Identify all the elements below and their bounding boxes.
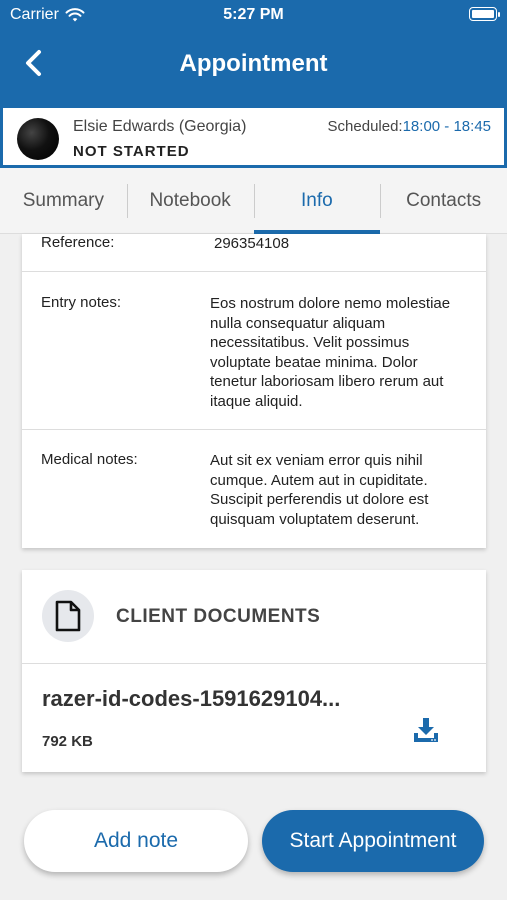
document-glyph	[55, 600, 81, 632]
download-button[interactable]	[412, 716, 440, 744]
add-note-button[interactable]: Add note	[24, 810, 248, 872]
reference-row: Reference: 296354108	[22, 234, 486, 272]
document-file-name[interactable]: razer-id-codes-1591629104...	[42, 686, 340, 712]
divider	[22, 663, 486, 664]
entry-notes-row: Entry notes: Eos nostrum dolore nemo mol…	[22, 272, 486, 430]
avatar	[17, 118, 59, 160]
client-summary: Elsie Edwards (Georgia) NOT STARTED Sche…	[0, 108, 507, 168]
scheduled-label: Scheduled:	[327, 118, 403, 135]
tab-notebook[interactable]: Notebook	[126, 168, 254, 233]
entry-notes-label: Entry notes:	[41, 294, 122, 311]
entry-notes-value: Eos nostrum dolore nemo molestiae nulla …	[210, 295, 451, 410]
reference-value: 296354108	[214, 235, 290, 252]
scheduled-time: Scheduled:18:00 - 18:45	[328, 118, 491, 135]
documents-title: CLIENT DOCUMENTS	[116, 606, 321, 627]
page-title: Appointment	[179, 50, 328, 77]
start-appointment-button[interactable]: Start Appointment	[262, 810, 484, 872]
battery-icon	[469, 7, 500, 21]
client-name: Elsie Edwards (Georgia)	[73, 118, 247, 135]
reference-label: Reference:	[41, 234, 115, 251]
tab-info[interactable]: Info	[253, 168, 381, 234]
tab-summary[interactable]: Summary	[0, 168, 127, 233]
medical-notes-label: Medical notes:	[41, 451, 138, 468]
info-card: Reference: 296354108 Entry notes: Eos no…	[22, 234, 486, 548]
document-icon	[42, 590, 94, 642]
client-documents-card: CLIENT DOCUMENTS razer-id-codes-15916291…	[22, 570, 486, 772]
download-icon	[414, 718, 438, 742]
app-header: Carrier 5:27 PM Appointment	[0, 0, 507, 108]
medical-notes-value: Aut sit ex veniam error quis nihil cumqu…	[210, 452, 429, 528]
scheduled-time-range: 18:00 - 18:45	[402, 118, 491, 135]
appointment-status: NOT STARTED	[73, 143, 190, 160]
tab-contacts[interactable]: Contacts	[380, 168, 507, 233]
document-file-size: 792 KB	[42, 733, 93, 750]
status-time: 5:27 PM	[223, 6, 284, 23]
medical-notes-row: Medical notes: Aut sit ex veniam error q…	[22, 430, 486, 548]
tab-bar: Summary Notebook Info Contacts	[0, 168, 507, 234]
status-bar: Carrier 5:27 PM	[0, 0, 507, 30]
